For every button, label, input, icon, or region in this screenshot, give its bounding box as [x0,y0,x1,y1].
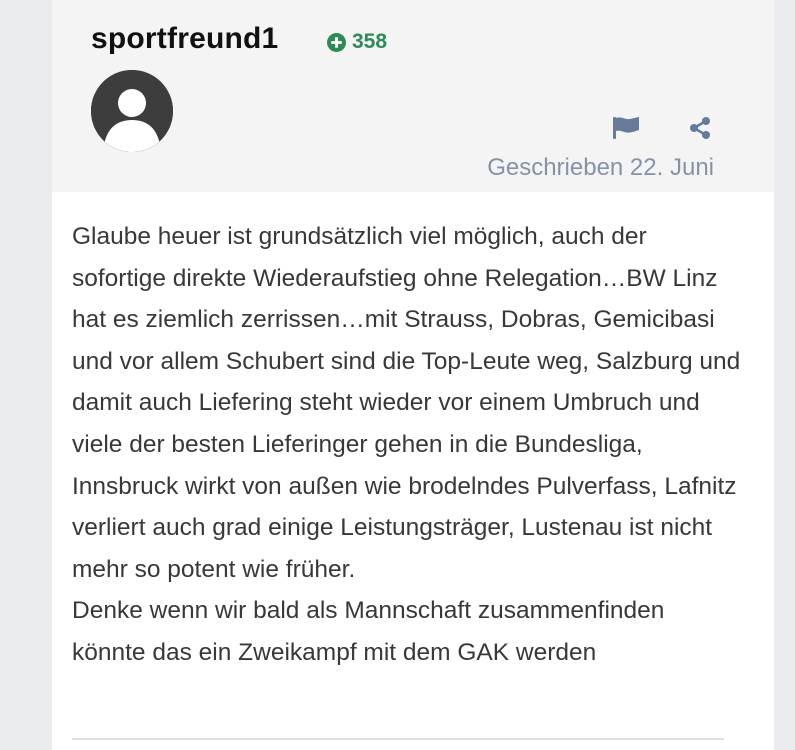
post-actions [612,114,714,142]
post-header: sportfreund1 358 Geschrieben 22. Juni [52,0,774,192]
forum-post: sportfreund1 358 Geschrieben 22. Juni Gl… [52,0,774,750]
posted-date[interactable]: Geschrieben 22. Juni [487,154,714,182]
author-name[interactable]: sportfreund1 [91,22,278,56]
reputation-badge[interactable]: 358 [327,30,387,54]
flag-icon[interactable] [612,114,640,142]
post-content: Glaube heuer ist grundsätzlich viel mögl… [72,216,742,674]
avatar[interactable] [91,70,173,152]
divider [72,738,724,740]
page: sportfreund1 358 Geschrieben 22. Juni Gl… [0,0,795,750]
plus-circle-icon [327,32,346,52]
reputation-count: 358 [352,30,388,53]
post-paragraph: Glaube heuer ist grundsätzlich viel mögl… [72,223,741,583]
post-paragraph: Denke wenn wir bald als Mannschaft zusam… [72,597,665,666]
share-icon[interactable] [686,114,714,142]
